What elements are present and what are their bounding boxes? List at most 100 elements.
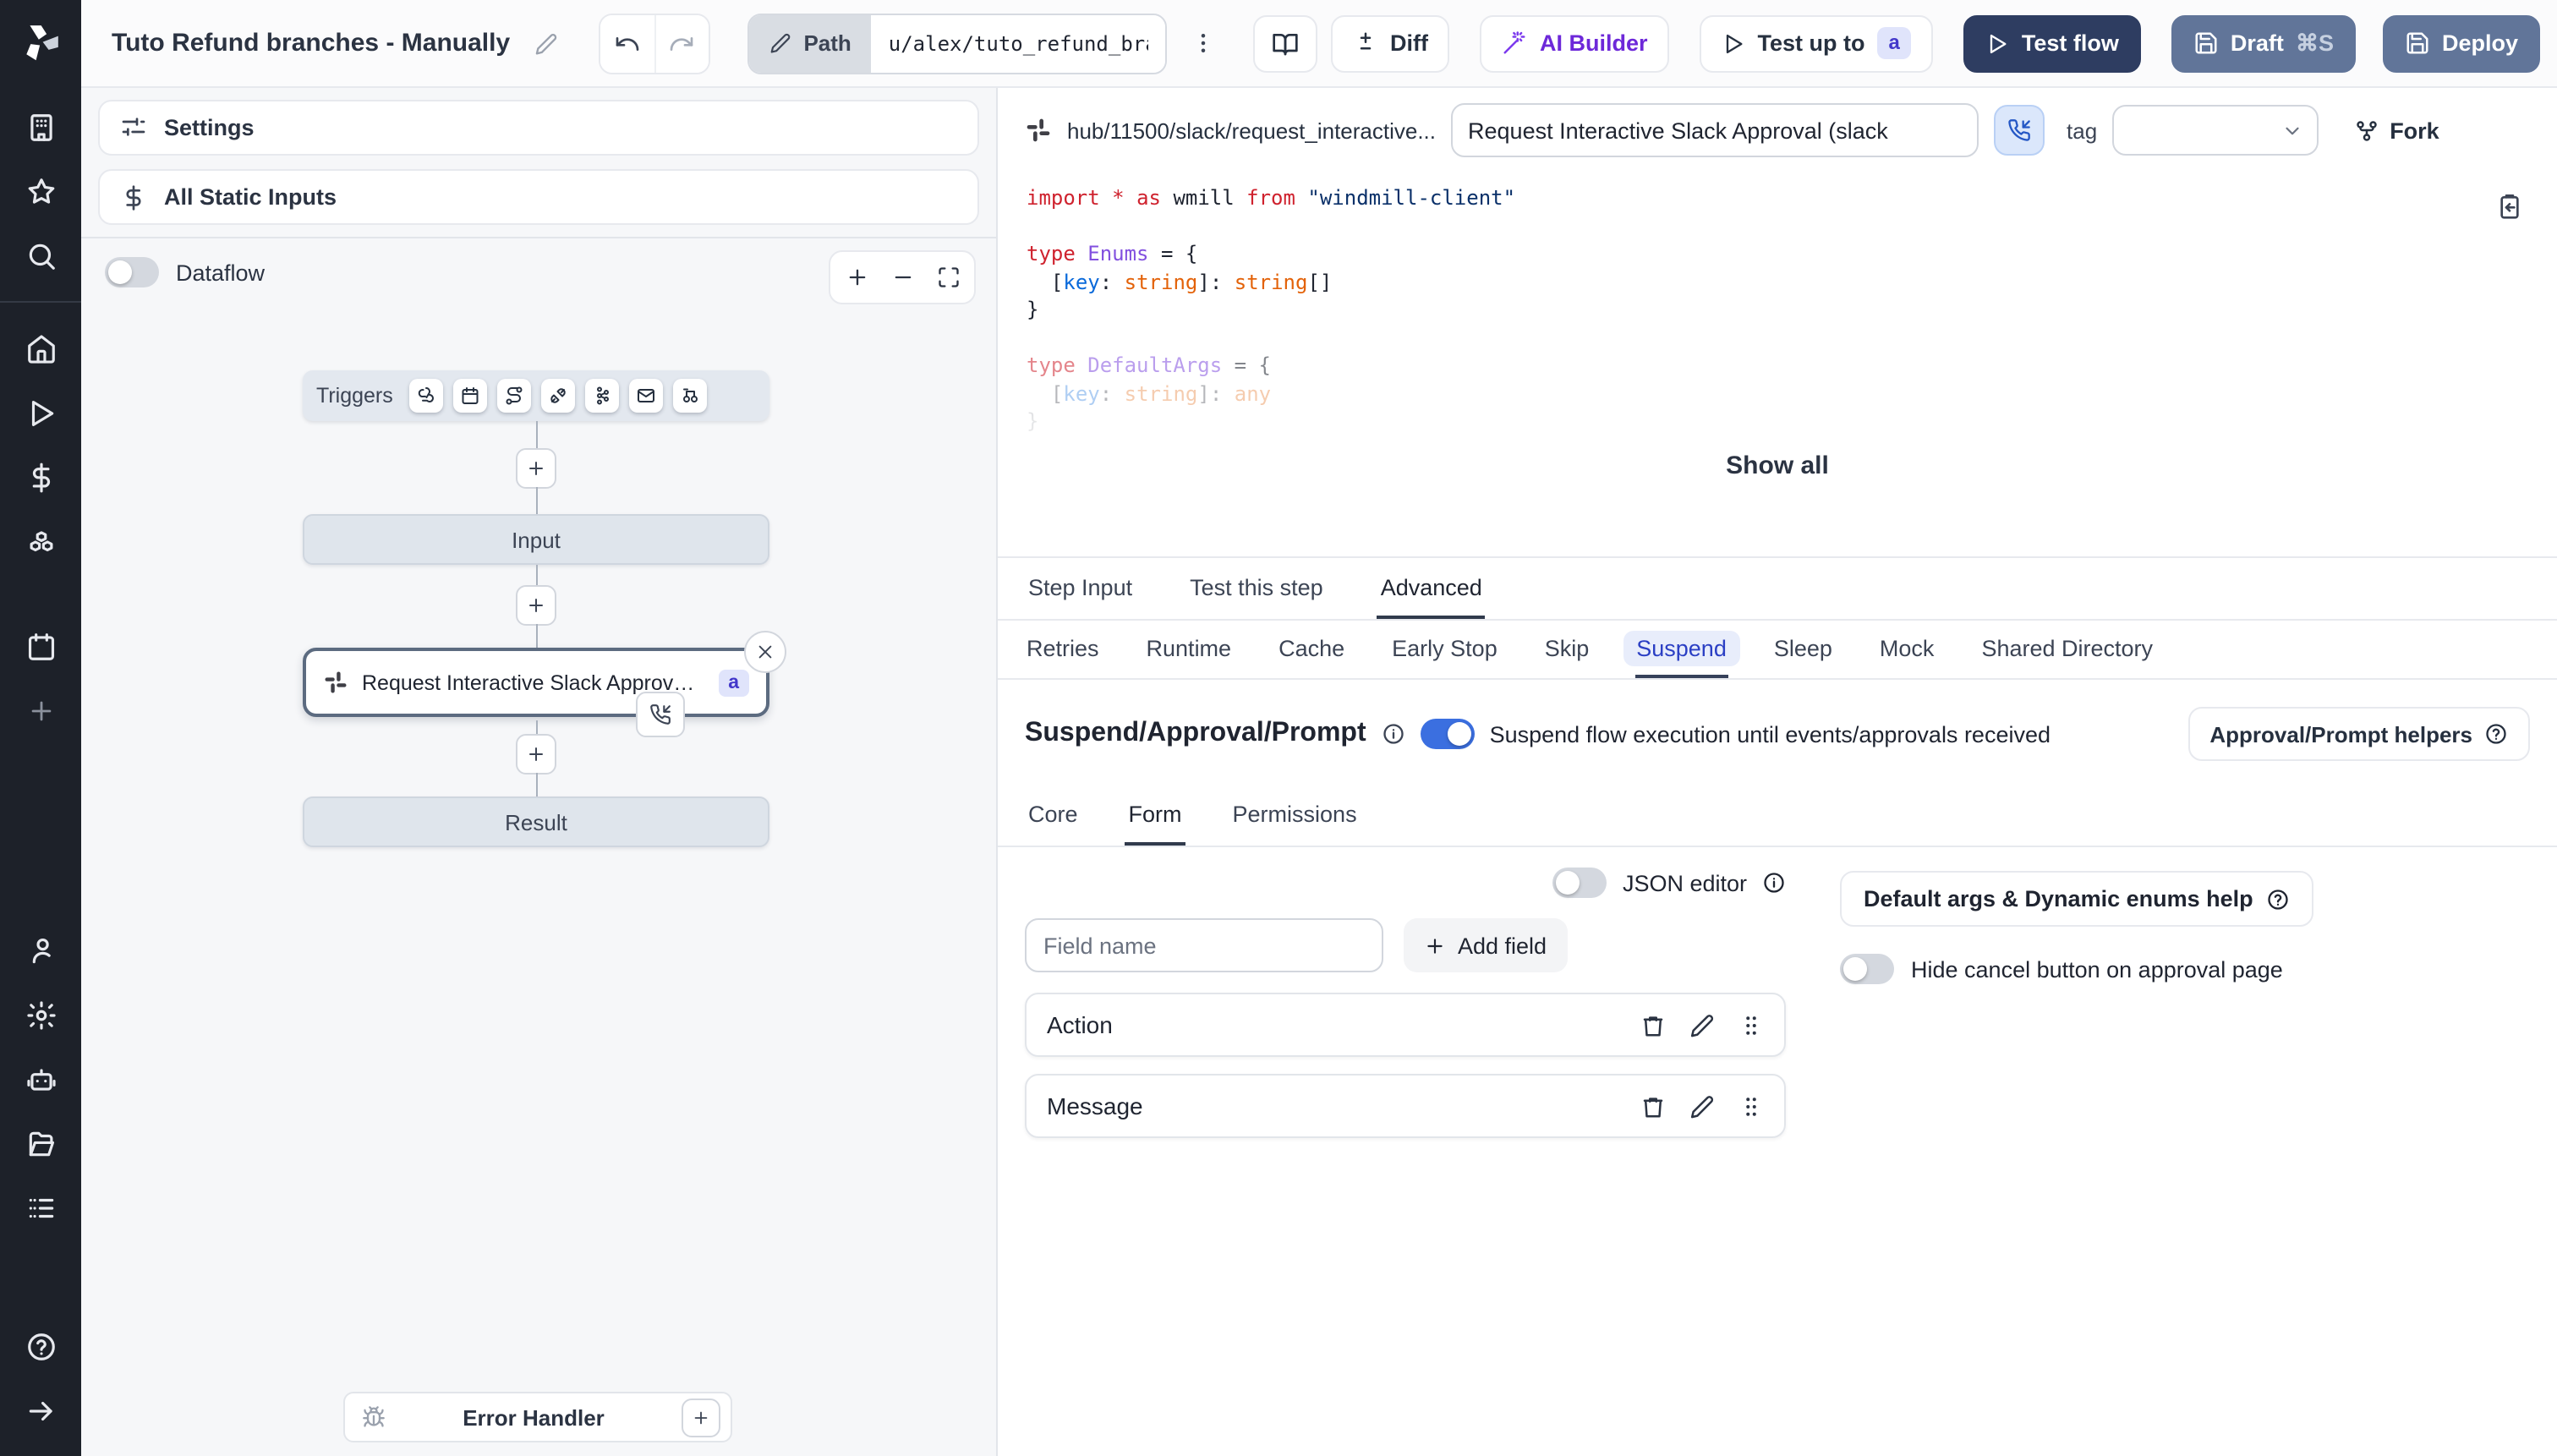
code-preview[interactable]: import * as wmill from "windmill-client"… [998,171,2557,558]
error-handler-node[interactable]: Error Handler [343,1392,732,1442]
add-field-button[interactable]: Add field [1404,918,1568,972]
add-error-handler-button[interactable] [682,1398,720,1437]
tab-core[interactable]: Core [1025,785,1081,846]
diff-button[interactable]: Diff [1330,14,1450,72]
drag-handle-icon[interactable] [1738,1012,1764,1037]
test-up-to-button[interactable]: Test up to a [1700,14,1934,72]
suspend-section-header: Suspend/Approval/Prompt Suspend flow exe… [998,680,2557,768]
insert-step-plus-button[interactable] [516,585,556,626]
tag-select[interactable] [2112,105,2319,156]
subtab-skip[interactable]: Skip [1543,621,1591,678]
user-icon[interactable] [0,918,81,983]
default-args-help-button[interactable]: Default args & Dynamic enums help [1840,871,2314,927]
subtab-suspend[interactable]: Suspend [1623,621,1740,678]
slack-approval-step-node[interactable]: Request Interactive Slack Approval (... … [303,631,786,737]
show-all-code-button[interactable]: Show all [1716,450,1839,482]
delete-step-button[interactable] [744,631,786,673]
subtab-retries[interactable]: Retries [1025,621,1101,678]
approval-prompt-helpers-button[interactable]: Approval/Prompt helpers [2187,707,2530,761]
tab-advanced[interactable]: Advanced [1377,558,1486,619]
fit-view-button[interactable] [925,254,971,301]
draft-button[interactable]: Draft ⌘S [2171,14,2356,72]
add-plus-icon[interactable] [0,678,81,742]
workspace-icon[interactable] [0,95,81,159]
settings-gear-icon[interactable] [0,983,81,1047]
webhook-trigger-icon[interactable] [409,379,444,413]
trash-icon[interactable] [1640,1012,1666,1037]
edit-pencil-icon[interactable] [1689,1012,1715,1037]
suspend-phone-incoming-button[interactable] [1994,105,2045,156]
zoom-out-button[interactable] [879,254,925,301]
email-trigger-icon[interactable] [629,379,664,413]
form-field-row[interactable]: Action [1025,993,1786,1057]
copy-clipboard-icon[interactable] [2486,191,2533,222]
docs-book-button[interactable] [1252,14,1317,72]
path-input[interactable] [871,14,1165,72]
hub-script-path[interactable]: hub/11500/slack/request_interactive... [1067,118,1436,143]
deploy-button[interactable]: Deploy [2382,14,2540,72]
subtab-mock[interactable]: Mock [1878,621,1936,678]
search-icon[interactable] [0,223,81,287]
subtab-shared-directory[interactable]: Shared Directory [1979,621,2155,678]
dollar-icon [126,184,141,210]
expand-sidebar-arrow-icon[interactable] [0,1378,81,1442]
folders-icon[interactable] [0,1111,81,1175]
info-icon[interactable] [1382,722,1405,746]
dataflow-toggle[interactable] [105,257,159,287]
app-sidebar [0,0,81,1456]
help-icon[interactable] [0,1314,81,1378]
ai-builder-button[interactable]: AI Builder [1480,14,1670,72]
content-row: Settings All Static Inputs Dataflow Trig… [81,88,2557,1456]
edit-pencil-icon[interactable] [1689,1093,1715,1119]
test-flow-button[interactable]: Test flow [1963,14,2141,72]
kafka-trigger-icon[interactable] [585,379,620,413]
sliders-icon [122,117,145,135]
windmill-logo-icon[interactable] [19,20,63,64]
insert-step-plus-button[interactable] [516,734,556,775]
form-field-row[interactable]: Message [1025,1074,1786,1138]
variables-dollar-icon[interactable] [0,445,81,509]
wand-sparkles-icon [1504,31,1526,54]
schedule-trigger-icon[interactable] [453,379,488,413]
trash-icon[interactable] [1640,1093,1666,1119]
ai-bot-icon[interactable] [0,1047,81,1111]
json-editor-toggle[interactable] [1552,868,1607,898]
step-summary-input[interactable] [1451,103,1979,157]
all-static-inputs-button[interactable]: All Static Inputs [98,169,979,225]
zoom-in-button[interactable] [834,254,879,301]
websocket-trigger-icon[interactable] [541,379,576,413]
hide-cancel-toggle[interactable] [1840,954,1894,984]
poll-trigger-icon[interactable] [673,379,708,413]
home-icon[interactable] [0,316,81,380]
tab-permissions[interactable]: Permissions [1229,785,1361,846]
subtab-early-stop[interactable]: Early Stop [1390,621,1499,678]
subtab-runtime[interactable]: Runtime [1145,621,1234,678]
fork-button[interactable]: Fork [2344,116,2450,145]
suspend-enabled-toggle[interactable] [1420,719,1475,749]
result-node[interactable]: Result [303,796,769,847]
drag-handle-icon[interactable] [1738,1093,1764,1119]
input-node[interactable]: Input [303,514,769,565]
tab-step-input[interactable]: Step Input [1025,558,1136,619]
subtab-sleep[interactable]: Sleep [1772,621,1834,678]
runs-play-icon[interactable] [0,380,81,445]
subtab-cache[interactable]: Cache [1277,621,1346,678]
tab-form[interactable]: Form [1125,785,1185,846]
favorites-star-icon[interactable] [0,159,81,223]
redo-button[interactable] [654,14,709,72]
schedules-calendar-icon[interactable] [0,614,81,678]
apps-list-icon[interactable] [0,1175,81,1240]
tab-test-this-step[interactable]: Test this step [1186,558,1327,619]
info-icon[interactable] [1762,871,1786,895]
field-name-input[interactable] [1025,918,1383,972]
edit-title-pencil-icon[interactable] [534,31,557,55]
insert-step-plus-button[interactable] [516,448,556,489]
resources-boxes-icon[interactable] [0,509,81,573]
undo-button[interactable] [600,14,654,72]
form-config-area: JSON editor Add field [998,847,2557,1155]
flow-graph-panel: Settings All Static Inputs Dataflow Trig… [81,88,998,1456]
flow-settings-button[interactable]: Settings [98,100,979,156]
more-options-kebab-icon[interactable] [1180,14,1226,72]
http-route-trigger-icon[interactable] [497,379,532,413]
test-up-to-step-badge: a [1876,27,1912,59]
